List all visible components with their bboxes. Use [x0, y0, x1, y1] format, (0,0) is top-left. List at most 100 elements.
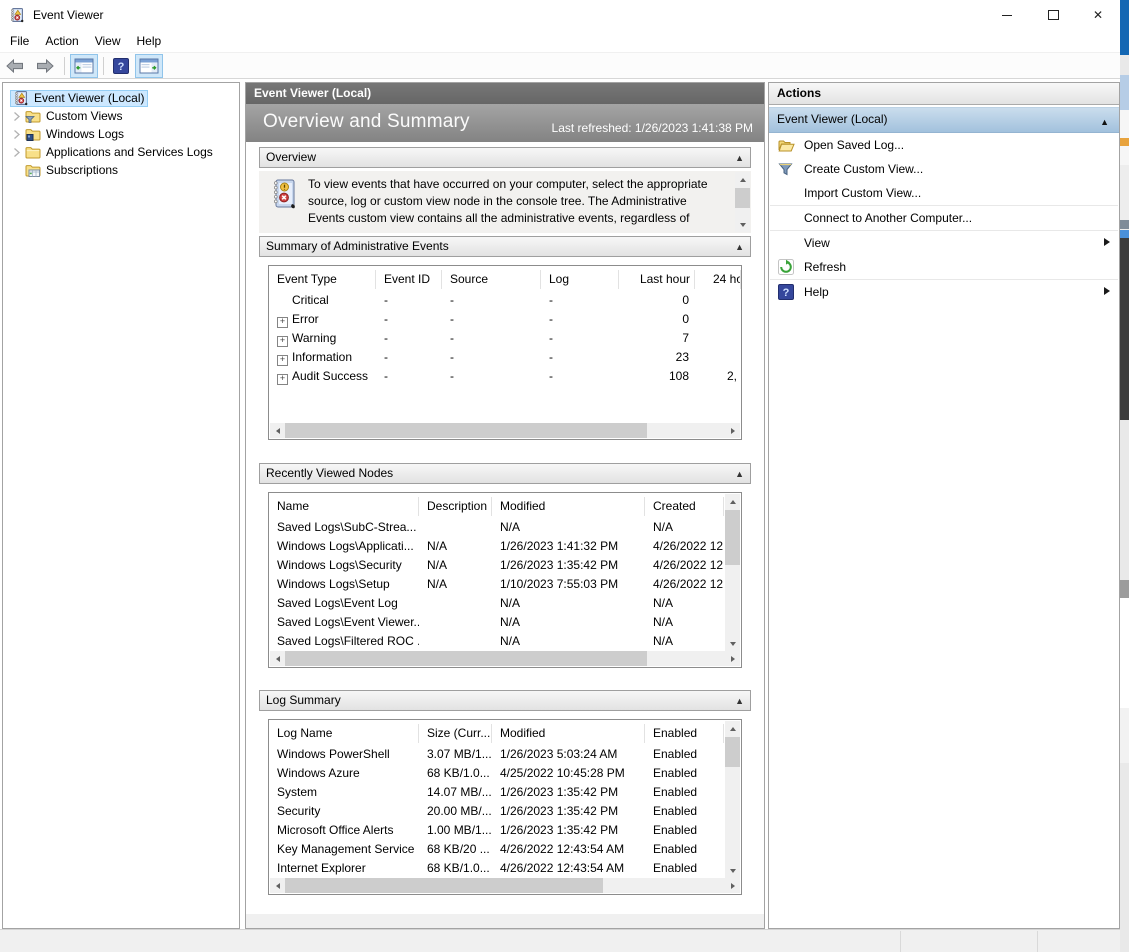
- column-header-source[interactable]: Source: [442, 270, 541, 289]
- section-header-log-summary[interactable]: Log Summary ▲: [259, 690, 751, 711]
- vertical-scrollbar[interactable]: [725, 721, 740, 878]
- collapse-icon[interactable]: ▲: [735, 465, 744, 484]
- table-row[interactable]: Security20.00 MB/...1/26/2023 1:35:42 PM…: [269, 802, 741, 821]
- column-header-log[interactable]: Log: [541, 270, 619, 289]
- table-row[interactable]: System14.07 MB/...1/26/2023 1:35:42 PMEn…: [269, 783, 741, 802]
- back-arrow-button[interactable]: [1, 54, 29, 78]
- table-row[interactable]: +Warning---7: [269, 329, 741, 348]
- column-header-24-hou[interactable]: 24 hou: [695, 270, 741, 289]
- tree-item-custom-views[interactable]: Custom Views: [3, 107, 239, 125]
- show-action-pane-button[interactable]: [135, 54, 163, 78]
- table-row[interactable]: Windows PowerShell3.07 MB/1...1/26/2023 …: [269, 745, 741, 764]
- menu-item-file[interactable]: File: [2, 34, 37, 48]
- column-header-log-name[interactable]: Log Name: [269, 724, 419, 743]
- scroll-down-button[interactable]: [735, 217, 750, 232]
- column-header-last-hour[interactable]: Last hour: [619, 270, 695, 289]
- scrollbar-thumb[interactable]: [725, 737, 740, 767]
- expand-icon[interactable]: +: [277, 355, 288, 366]
- table-row[interactable]: Windows Logs\Applicati...N/A1/26/2023 1:…: [269, 537, 741, 556]
- column-header-event-type[interactable]: Event Type: [269, 270, 376, 289]
- table-row[interactable]: Windows Azure68 KB/1.0...4/25/2022 10:45…: [269, 764, 741, 783]
- action-item-import-custom-view[interactable]: Import Custom View...: [769, 181, 1119, 205]
- table-row[interactable]: Key Management Service68 KB/20 ...4/26/2…: [269, 840, 741, 859]
- horizontal-scrollbar[interactable]: [270, 423, 740, 438]
- menu-item-view[interactable]: View: [87, 34, 129, 48]
- collapse-icon[interactable]: ▲: [1100, 111, 1109, 133]
- section-header-overview[interactable]: Overview ▲: [259, 147, 751, 168]
- scroll-right-button[interactable]: [725, 878, 740, 893]
- title-bar[interactable]: Event Viewer ✕: [0, 0, 1120, 30]
- expand-icon[interactable]: +: [277, 336, 288, 347]
- scrollbar-thumb[interactable]: [285, 423, 647, 438]
- column-header-description[interactable]: Description: [419, 497, 492, 516]
- minimize-button[interactable]: [984, 0, 1030, 30]
- action-item-view[interactable]: View: [769, 231, 1119, 255]
- table-row[interactable]: Microsoft Office Alerts1.00 MB/1...1/26/…: [269, 821, 741, 840]
- maximize-button[interactable]: [1030, 0, 1076, 30]
- scroll-right-button[interactable]: [725, 423, 740, 438]
- action-item-help[interactable]: ?Help: [769, 280, 1119, 304]
- collapse-icon[interactable]: ▲: [735, 692, 744, 711]
- cell-enabled: Enabled: [645, 821, 724, 840]
- table-row[interactable]: Internet Explorer68 KB/1.0...4/26/2022 1…: [269, 859, 741, 878]
- expand-icon[interactable]: +: [277, 317, 288, 328]
- expand-icon[interactable]: +: [277, 374, 288, 385]
- tree-item-event-viewer-local[interactable]: Event Viewer (Local): [3, 89, 239, 107]
- action-item-create-custom-view[interactable]: Create Custom View...: [769, 157, 1119, 181]
- action-item-connect-to-another-computer[interactable]: Connect to Another Computer...: [769, 206, 1119, 230]
- chevron-right-icon[interactable]: [7, 147, 25, 158]
- horizontal-scrollbar[interactable]: [270, 878, 740, 893]
- collapse-icon[interactable]: ▲: [735, 238, 744, 257]
- chevron-right-icon[interactable]: [7, 111, 25, 122]
- column-header-size-curr[interactable]: Size (Curr...: [419, 724, 492, 743]
- table-row[interactable]: +Audit Success---1082,: [269, 367, 741, 386]
- section-header-admin-events[interactable]: Summary of Administrative Events ▲: [259, 236, 751, 257]
- scroll-left-button[interactable]: [270, 651, 285, 666]
- table-row[interactable]: Saved Logs\Filtered ROC ...N/AN/A: [269, 632, 741, 651]
- tree-item-subscriptions[interactable]: Subscriptions: [3, 161, 239, 179]
- column-header-name[interactable]: Name: [269, 497, 419, 516]
- close-button[interactable]: ✕: [1076, 0, 1120, 30]
- scroll-left-button[interactable]: [270, 423, 285, 438]
- vertical-scrollbar[interactable]: [725, 494, 740, 651]
- table-row[interactable]: Windows Logs\SetupN/A1/10/2023 7:55:03 P…: [269, 575, 741, 594]
- scrollbar-thumb[interactable]: [285, 651, 647, 666]
- chevron-right-icon[interactable]: [7, 129, 25, 140]
- column-header-created[interactable]: Created: [645, 497, 724, 516]
- action-item-open-saved-log[interactable]: Open Saved Log...: [769, 133, 1119, 157]
- table-row[interactable]: Saved Logs\Event Viewer...N/AN/A: [269, 613, 741, 632]
- forward-arrow-button[interactable]: [31, 54, 59, 78]
- actions-group-header[interactable]: Event Viewer (Local) ▲: [769, 107, 1119, 133]
- scroll-up-button[interactable]: [735, 172, 750, 187]
- tree-item-windows-logs[interactable]: Windows Logs: [3, 125, 239, 143]
- action-item-refresh[interactable]: Refresh: [769, 255, 1119, 279]
- help-button[interactable]: ?: [109, 54, 133, 78]
- table-row[interactable]: Saved Logs\Event LogN/AN/A: [269, 594, 741, 613]
- menu-item-action[interactable]: Action: [37, 34, 86, 48]
- table-row[interactable]: +Error---0: [269, 310, 741, 329]
- scroll-up-button[interactable]: [725, 721, 740, 736]
- scroll-up-button[interactable]: [725, 494, 740, 509]
- scroll-left-button[interactable]: [270, 878, 285, 893]
- table-row[interactable]: Critical---0: [269, 291, 741, 310]
- table-row[interactable]: Saved Logs\SubC-Strea...N/AN/A: [269, 518, 741, 537]
- show-console-tree-button[interactable]: [70, 54, 98, 78]
- collapse-icon[interactable]: ▲: [735, 149, 744, 168]
- table-row[interactable]: Windows Logs\SecurityN/A1/26/2023 1:35:4…: [269, 556, 741, 575]
- column-header-modified[interactable]: Modified: [492, 724, 645, 743]
- overview-vertical-scrollbar[interactable]: [735, 172, 750, 232]
- scrollbar-thumb[interactable]: [725, 510, 740, 565]
- table-row[interactable]: +Information---23: [269, 348, 741, 367]
- scrollbar-thumb[interactable]: [285, 878, 603, 893]
- horizontal-scrollbar[interactable]: [270, 651, 740, 666]
- scroll-down-button[interactable]: [725, 863, 740, 878]
- menu-item-help[interactable]: Help: [129, 34, 170, 48]
- column-header-modified[interactable]: Modified: [492, 497, 645, 516]
- section-header-recent-nodes[interactable]: Recently Viewed Nodes ▲: [259, 463, 751, 484]
- tree-item-applications-and-services-logs[interactable]: Applications and Services Logs: [3, 143, 239, 161]
- scroll-right-button[interactable]: [725, 651, 740, 666]
- scroll-down-button[interactable]: [725, 636, 740, 651]
- column-header-enabled[interactable]: Enabled: [645, 724, 724, 743]
- column-header-event-id[interactable]: Event ID: [376, 270, 442, 289]
- scrollbar-thumb[interactable]: [735, 188, 750, 208]
